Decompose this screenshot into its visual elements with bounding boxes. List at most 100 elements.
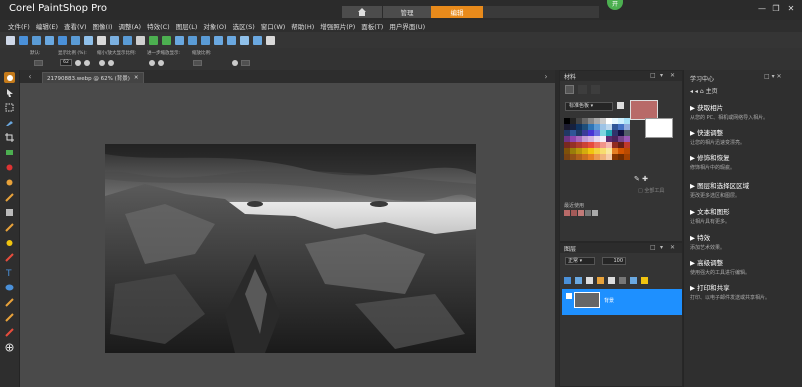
zoom-percent-control[interactable]: 62 (60, 59, 90, 66)
tab-scroll-right-icon[interactable]: › (542, 72, 550, 81)
menu-image[interactable]: 图像(I) (93, 21, 113, 31)
undo-icon[interactable] (149, 35, 158, 45)
layers-close-icon[interactable]: ✕ (670, 244, 675, 251)
menu-palettes[interactable]: 面板(T) (361, 21, 383, 31)
crop-tool-icon[interactable] (4, 132, 15, 143)
color-changer-icon[interactable] (4, 252, 15, 263)
pen-tool-icon[interactable] (4, 297, 15, 308)
new-layer-icon[interactable] (564, 277, 571, 284)
delete-layer-icon[interactable] (619, 277, 626, 284)
new-mask-icon[interactable] (575, 277, 582, 284)
tab-manage[interactable]: 管理 (383, 6, 431, 18)
visibility-icon[interactable] (566, 293, 572, 299)
pan-tool-icon[interactable] (4, 72, 15, 83)
background-color-swatch[interactable] (645, 118, 673, 138)
shape-tool-icon[interactable] (4, 282, 15, 293)
zoom-out-icon[interactable] (227, 35, 236, 45)
selection-tool-icon[interactable] (4, 102, 15, 113)
learning-home[interactable]: ◂ ◂ ⌂ 主页 (690, 86, 718, 95)
maximize-icon[interactable]: ❐ (771, 4, 781, 14)
menu-view[interactable]: 查看(V) (64, 21, 87, 31)
new-file-icon[interactable] (6, 35, 15, 45)
preset-selector[interactable] (34, 59, 43, 66)
move-tool-icon[interactable] (4, 147, 15, 158)
learn-item-print-share[interactable]: ▶ 打印和共享 打印、以电子邮件发送或共享相片。 (690, 282, 800, 301)
menu-help[interactable]: 帮助(H) (291, 21, 314, 31)
zoom-in-icon[interactable] (214, 35, 223, 45)
print-icon[interactable] (71, 35, 80, 45)
pick-tool-icon[interactable] (4, 87, 15, 98)
learn-item-quick-adjust[interactable]: ▶ 快速调整 让您的相片迅速变漂亮。 (690, 127, 800, 146)
learn-item-retouch[interactable]: ▶ 修饰和恢复 修饰相片中的瑕疵。 (690, 152, 800, 171)
warp-brush-icon[interactable] (4, 312, 15, 323)
color-swatch-grid[interactable] (564, 118, 630, 160)
tab-edit[interactable]: 编辑 (431, 6, 483, 18)
opacity-input[interactable]: 100 (602, 257, 626, 265)
history-icon[interactable] (175, 35, 184, 45)
menu-adjust[interactable]: 调整(A) (119, 21, 142, 31)
image-canvas[interactable] (105, 144, 476, 353)
paste-new-icon[interactable] (136, 35, 145, 45)
menu-enhance[interactable]: 增强照片(P) (320, 21, 355, 31)
rainbow-view-icon[interactable] (578, 85, 587, 94)
layer-style-icon[interactable] (586, 277, 593, 284)
layers-menu-icon[interactable]: ▾ (660, 244, 663, 251)
swatch-view-icon[interactable] (591, 85, 600, 94)
zoom-step-control[interactable] (99, 59, 114, 66)
document-tab[interactable]: 21790883.webp @ 62% (背景) ✕ (42, 72, 144, 83)
link-icon[interactable] (630, 277, 637, 284)
fill-tool-icon[interactable] (4, 237, 15, 248)
layers-float-icon[interactable]: □ (650, 244, 656, 251)
lock-icon[interactable] (641, 277, 648, 284)
palette-select[interactable]: 标准色板 ▾ (565, 102, 613, 111)
menu-layers[interactable]: 图层(L) (176, 21, 198, 31)
actual-size-control[interactable] (232, 59, 250, 66)
recent-colors[interactable] (564, 210, 598, 216)
redo-icon[interactable] (162, 35, 171, 45)
zoom-input[interactable]: 62 (60, 59, 72, 66)
learn-item-effects[interactable]: ▶ 特效 添加艺术效果。 (690, 232, 800, 251)
minimize-icon[interactable]: — (757, 4, 767, 14)
scratch-remover-icon[interactable] (4, 207, 15, 218)
dropper-tool-icon[interactable] (4, 117, 15, 128)
menu-window[interactable]: 窗口(W) (261, 21, 286, 31)
share-icon[interactable] (84, 35, 93, 45)
layer-row-background[interactable]: 背景 (562, 289, 682, 315)
paste-icon[interactable] (123, 35, 132, 45)
blend-mode-select[interactable]: 正常 ▾ (565, 257, 595, 265)
close-icon[interactable]: ✕ (786, 4, 796, 14)
red-eye-tool-icon[interactable] (4, 162, 15, 173)
menu-selections[interactable]: 选区(S) (233, 21, 255, 31)
frame-view-icon[interactable] (565, 85, 574, 94)
mesh-warp-icon[interactable] (4, 327, 15, 338)
materials-float-icon[interactable]: □ (650, 72, 656, 79)
menu-objects[interactable]: 对象(O) (203, 21, 226, 31)
color-swatch[interactable] (624, 154, 630, 160)
menu-edit[interactable]: 编辑(E) (36, 21, 58, 31)
close-tab-icon[interactable]: ✕ (134, 75, 139, 81)
materials-menu-icon[interactable]: ▾ (660, 72, 663, 79)
menu-user-interface[interactable]: 用户界面(U) (389, 21, 425, 31)
zoom-more-control[interactable] (149, 59, 164, 66)
cut-icon[interactable] (97, 35, 106, 45)
copy-icon[interactable] (110, 35, 119, 45)
learn-item-get-photos[interactable]: ▶ 获取相片 从您的 PC、相机或网络导入相片。 (690, 102, 800, 121)
crop-icon[interactable] (188, 35, 197, 45)
all-tools-checkbox[interactable]: □ 全部工具 (638, 187, 664, 194)
clone-tool-icon[interactable] (4, 192, 15, 203)
transparent-toggle-icon[interactable]: ✎ ✚ (634, 175, 648, 183)
add-tool-icon[interactable] (4, 342, 15, 353)
fit-icon[interactable] (240, 35, 249, 45)
open-icon[interactable] (19, 35, 28, 45)
preview-icon[interactable] (253, 35, 262, 45)
menu-file[interactable]: 文件(F) (8, 21, 30, 31)
merge-icon[interactable] (608, 277, 615, 284)
canvas-area[interactable] (20, 83, 555, 387)
learning-center-controls[interactable]: □ ▾ ✕ (764, 73, 782, 80)
user-avatar[interactable]: 开 (607, 0, 623, 10)
text-tool-icon[interactable]: T (4, 267, 15, 278)
palette-options-icon[interactable] (617, 102, 624, 109)
home-button[interactable] (342, 6, 382, 18)
learn-item-layers-selections[interactable]: ▶ 图层和选择区区域 更改更多选区和图层。 (690, 180, 800, 199)
resize-icon[interactable] (201, 35, 210, 45)
